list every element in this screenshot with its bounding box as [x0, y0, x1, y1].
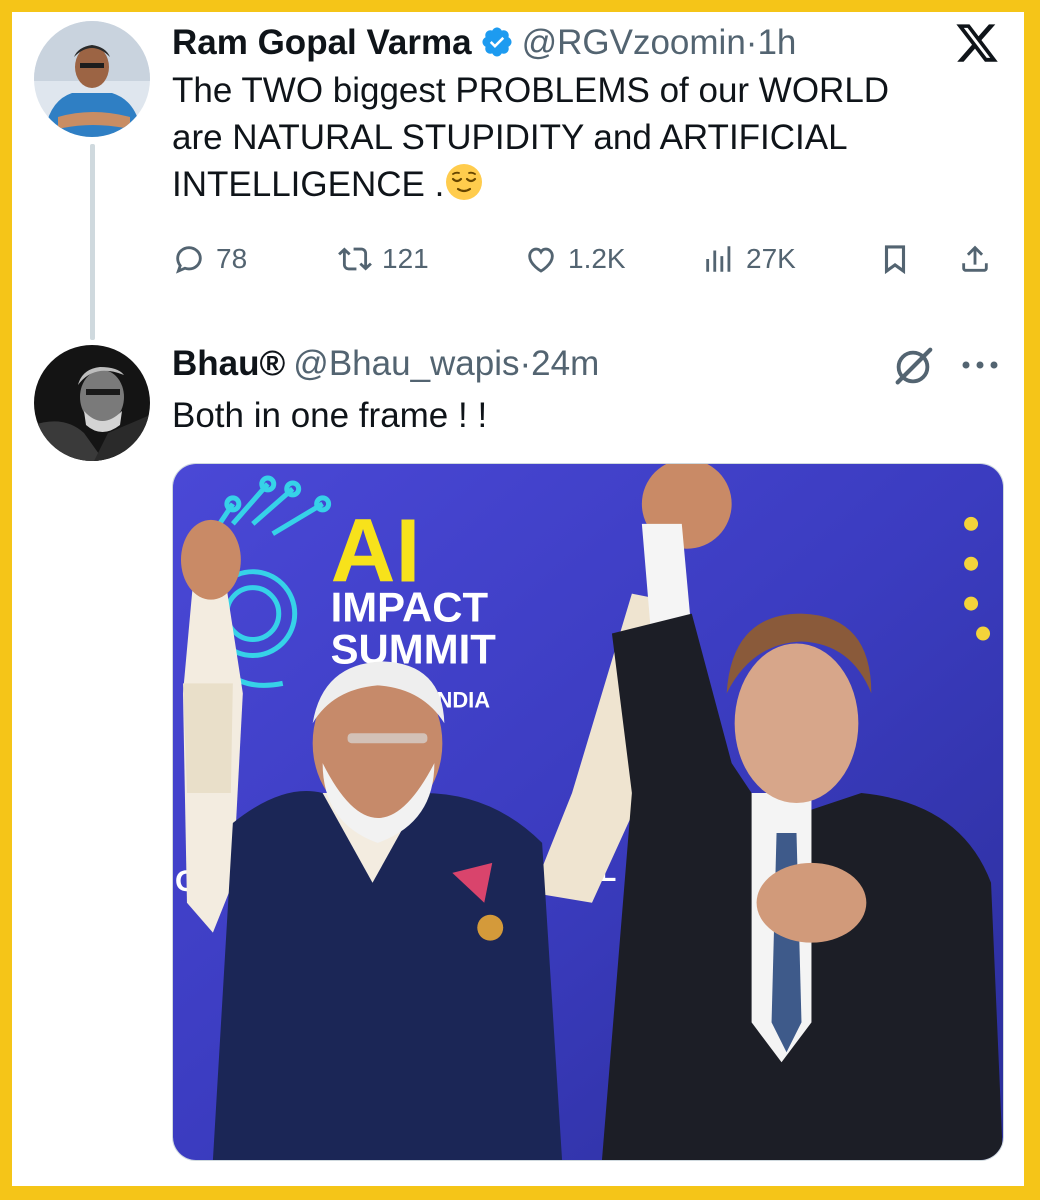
reply-button[interactable]: 78	[172, 234, 247, 284]
thread-line	[90, 144, 95, 340]
tweet-text-line-3-text: INTELLIGENCE .	[172, 165, 445, 204]
like-button[interactable]: 1.2K	[524, 234, 626, 284]
author-handle[interactable]: @RGVzoomin	[522, 23, 746, 63]
reply-dot-separator: ·	[519, 344, 532, 383]
avatar-bhau[interactable]	[34, 345, 150, 461]
like-count: 1.2K	[568, 243, 626, 274]
grok-icon[interactable]	[890, 344, 936, 390]
share-icon	[962, 245, 988, 272]
more-icon[interactable]	[958, 350, 1002, 380]
avatar-rgv[interactable]	[34, 21, 150, 137]
repost-button[interactable]: 121	[338, 234, 429, 284]
tweet-text: The TWO biggest PROBLEMS of our WORLD ar…	[172, 67, 889, 208]
relieved-face-icon	[446, 164, 483, 200]
like-icon	[528, 247, 554, 273]
bookmark-button[interactable]	[878, 234, 912, 284]
reply-icon	[175, 246, 202, 274]
tweet-text-line-3: INTELLIGENCE .	[172, 161, 889, 208]
action-bar: 78 121 1.2K 27K	[172, 234, 1002, 284]
reply-text: Both in one frame ! !	[172, 396, 488, 435]
bookmark-icon	[884, 245, 906, 275]
tweet-text-line-2: are NATURAL STUPIDITY and ARTIFICIAL	[172, 118, 848, 157]
dot-separator: ·	[745, 23, 758, 62]
reply-header: Bhau® @Bhau_wapis · 24m	[172, 344, 599, 384]
reply-media-image[interactable]: AI IMPACT SUMMIT INDIA ALL OR	[172, 463, 1004, 1161]
repost-icon	[338, 247, 372, 271]
x-logo-icon	[956, 24, 998, 62]
tweet-header: Ram Gopal Varma @RGVzoomin · 1h	[172, 20, 796, 63]
views-count: 27K	[746, 243, 796, 274]
share-button[interactable]	[958, 234, 992, 284]
tweet-text-line-1: The TWO biggest PROBLEMS of our WORLD	[172, 71, 890, 110]
reply-time[interactable]: 24m	[531, 344, 599, 384]
reply-count: 78	[216, 243, 248, 274]
sign-impact: IMPACT	[331, 584, 489, 631]
sign-summit: SUMMIT	[331, 625, 497, 672]
views-icon	[706, 246, 731, 272]
author-name[interactable]: Ram Gopal Varma	[172, 23, 472, 63]
verified-badge-icon	[482, 27, 512, 57]
views-button[interactable]: 27K	[702, 234, 796, 284]
tweet-time[interactable]: 1h	[757, 23, 796, 63]
repost-count: 121	[382, 243, 429, 274]
reply-author-name[interactable]: Bhau®	[172, 344, 285, 384]
reply-author-handle[interactable]: @Bhau_wapis	[293, 344, 519, 384]
